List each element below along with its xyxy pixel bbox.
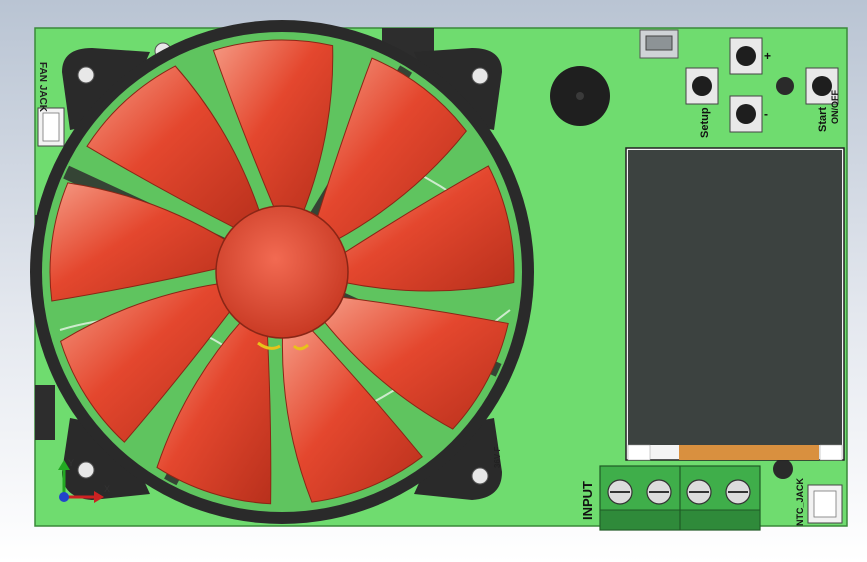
mounting-hole-icon xyxy=(77,461,95,479)
plus-button[interactable] xyxy=(729,37,763,75)
side-connector-bottom xyxy=(35,385,55,440)
input-screw-terminal xyxy=(599,465,761,531)
onoff-label: ON/OFF xyxy=(830,90,840,124)
lcd-display xyxy=(625,147,845,461)
usb-connector-icon xyxy=(639,29,679,59)
axis-y-label: Y xyxy=(68,458,74,468)
fan-hub xyxy=(215,205,349,339)
fan-voltage-label: 36V F xyxy=(493,447,502,468)
fan-jack-connector xyxy=(37,107,65,147)
mounting-hole-icon xyxy=(776,77,794,95)
fan-jack-label: FAN JACK xyxy=(37,62,48,113)
input-label: INPUT xyxy=(580,481,595,520)
start-button-label: Start xyxy=(817,107,829,132)
minus-button[interactable] xyxy=(729,95,763,133)
plus-button-label: + xyxy=(764,49,771,63)
mounting-hole-icon xyxy=(77,66,95,84)
setup-button-label: Setup xyxy=(699,107,711,138)
buzzer-icon xyxy=(550,66,610,126)
ntc-jack-connector xyxy=(807,484,843,524)
lcd-fpc xyxy=(679,445,819,460)
axis-x-label: X xyxy=(104,484,110,494)
mounting-hole-icon xyxy=(773,459,793,479)
setup-button[interactable] xyxy=(685,67,719,105)
mounting-hole-icon xyxy=(471,467,489,485)
ntc-jack-label: NTC_JACK xyxy=(795,477,805,526)
pcb-render-viewport: FAN JACK 36V F Setup + - Start ON/OFF IN… xyxy=(30,20,848,531)
minus-button-label: - xyxy=(764,107,768,121)
lcd-screen xyxy=(628,150,842,445)
mounting-hole-icon xyxy=(471,67,489,85)
